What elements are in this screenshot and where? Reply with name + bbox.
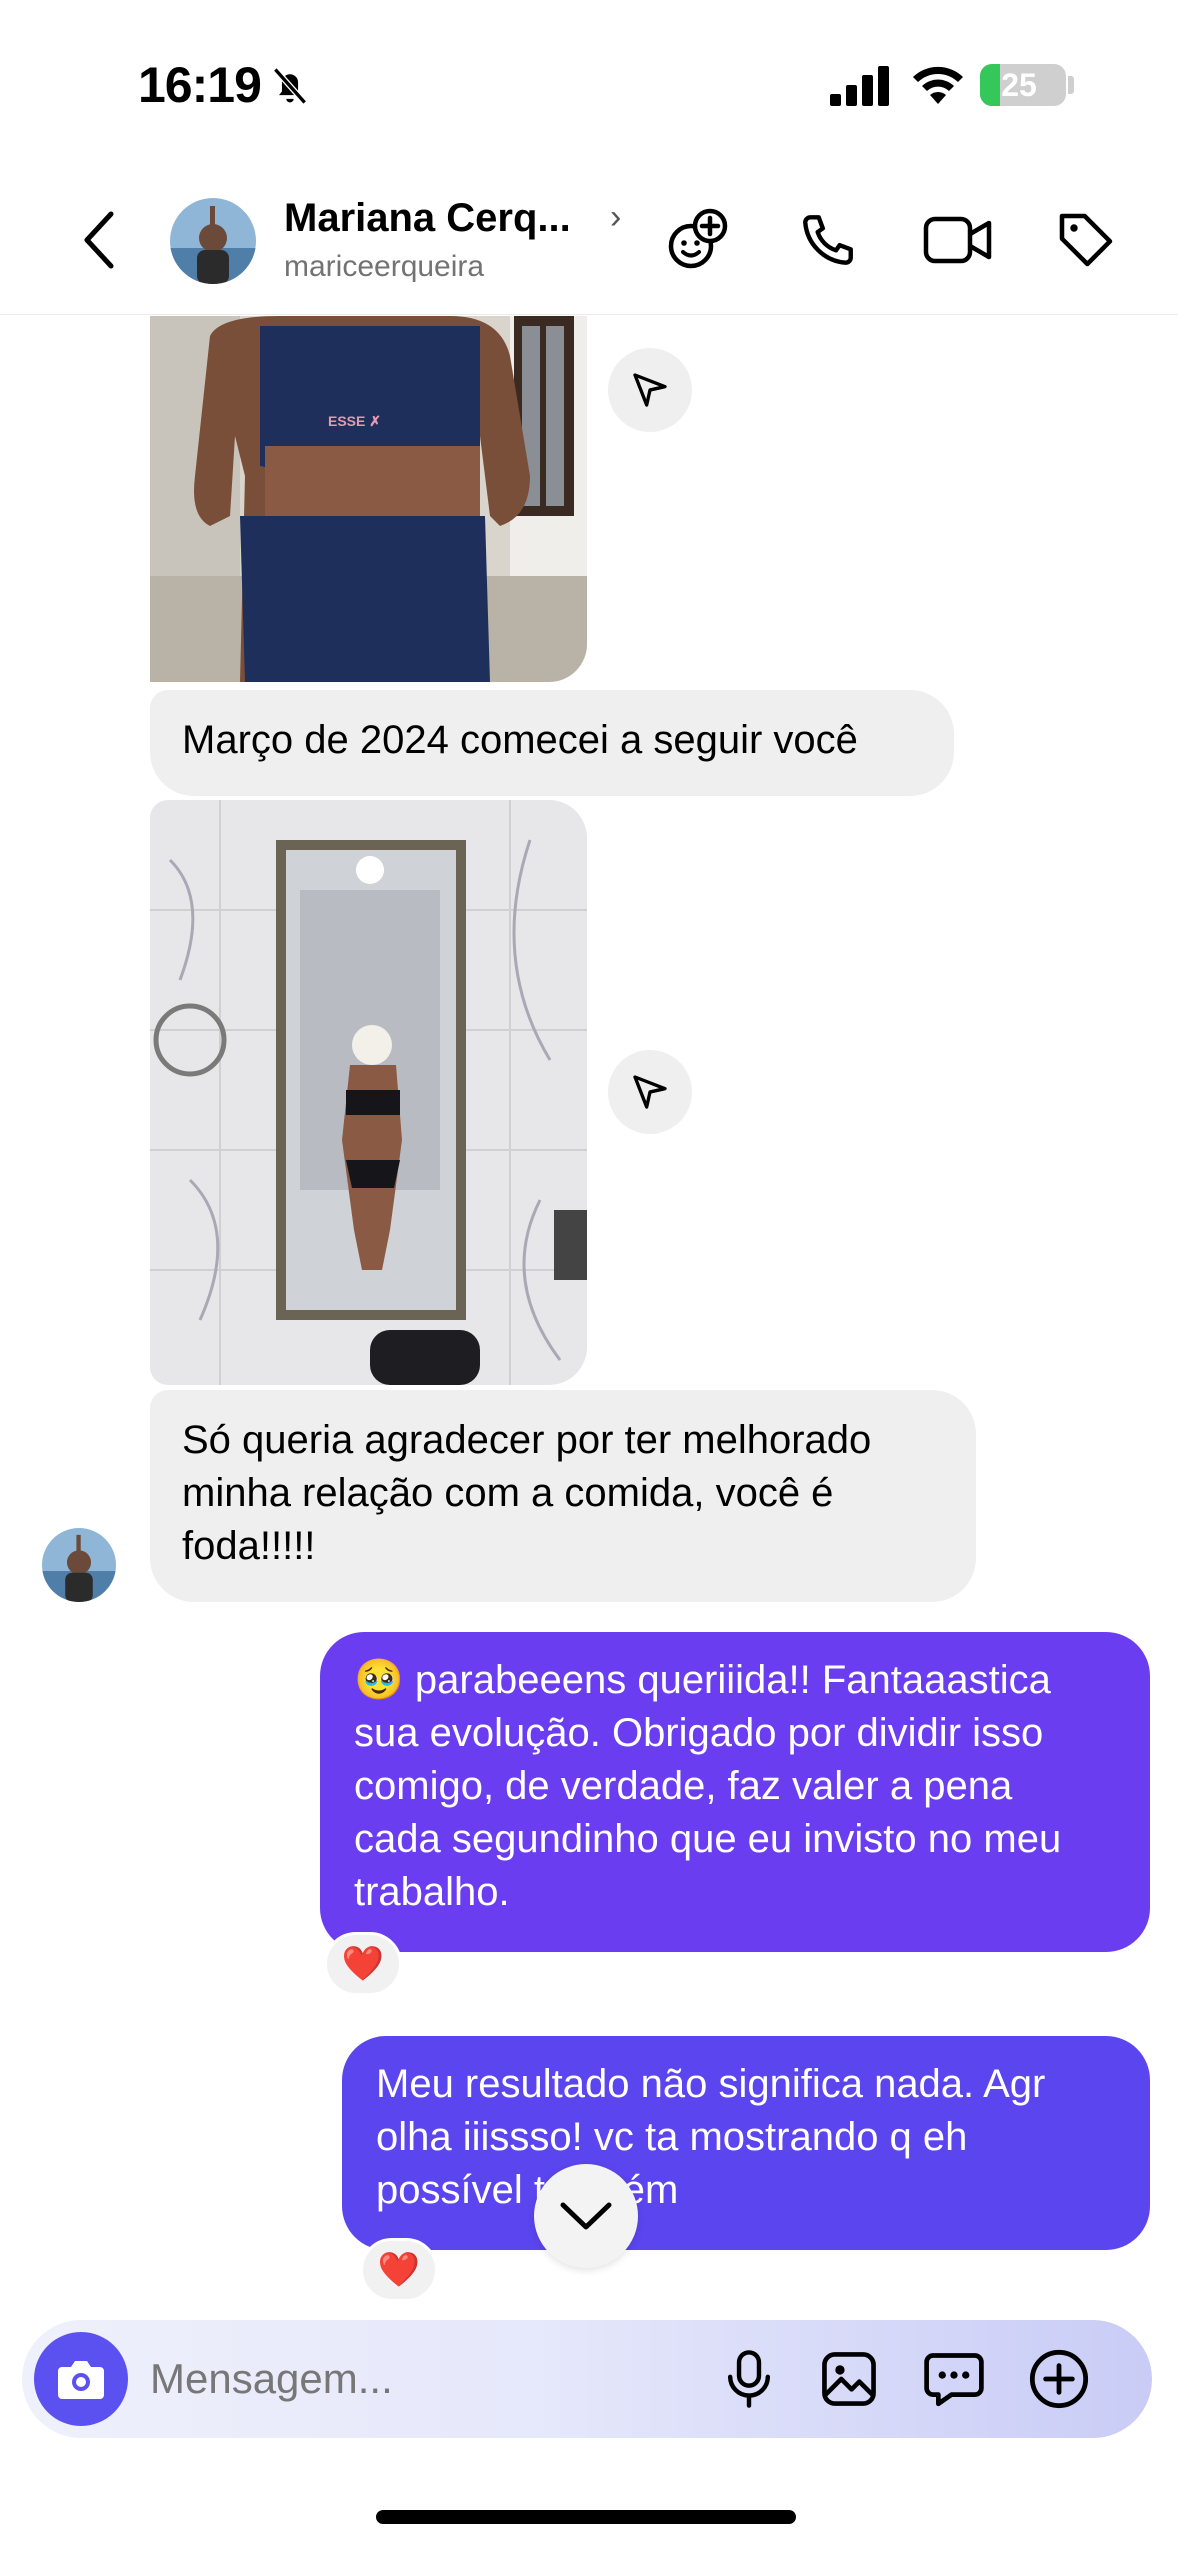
heart-reaction[interactable]: ❤️	[360, 2238, 438, 2302]
outgoing-message[interactable]: Meu resultado não significa nada. Agr ol…	[342, 2036, 1150, 2250]
message-text-line: trabalho.	[354, 1870, 510, 1914]
status-bar: 16:19 25	[0, 0, 1178, 170]
send-icon	[633, 373, 667, 407]
heart-reaction-emoji: ❤️	[377, 2251, 421, 2289]
message-text-line: cada segundinho que eu invisto no meu	[354, 1817, 1062, 1861]
message-text-line: comigo, de verdade, faz valer a pena	[354, 1764, 1013, 1808]
battery-percentage: 25	[1001, 67, 1037, 103]
bell-slash-icon	[273, 67, 307, 105]
scroll-to-bottom-button[interactable]	[534, 2164, 638, 2268]
message-text-line: Só queria agradecer por ter melhorado	[182, 1418, 872, 1462]
send-icon	[633, 1075, 667, 1109]
contact-name[interactable]: Mariana Cerq...	[284, 196, 571, 241]
voice-message-button[interactable]	[712, 2342, 786, 2416]
message-text: Março de 2024 comecei a seguir você	[182, 718, 858, 762]
cellular-signal-icon	[830, 66, 889, 106]
sticker-button[interactable]	[917, 2342, 991, 2416]
wifi-icon	[913, 66, 963, 104]
battery-nub	[1068, 76, 1074, 94]
voice-call-button[interactable]	[790, 202, 866, 278]
status-time: 16:19	[138, 57, 262, 113]
gallery-button[interactable]	[812, 2342, 886, 2416]
message-text-line: foda!!!!!	[182, 1524, 316, 1568]
heart-reaction-emoji: ❤️	[341, 1945, 385, 1983]
heart-reaction[interactable]: ❤️	[324, 1932, 402, 1996]
battery-charging-icon: 25	[980, 64, 1066, 106]
message-text-line: olha iiissso! vc ta mostrando q eh	[376, 2115, 968, 2159]
tag-icon	[1059, 213, 1113, 267]
camera-button[interactable]	[34, 2332, 128, 2426]
camera-icon	[58, 2361, 104, 2399]
message-text-line: sua evolução. Obrigado por dividir isso	[354, 1711, 1044, 1755]
home-indicator	[376, 2510, 796, 2524]
message-text-line: Meu resultado não significa nada. Agr	[376, 2062, 1046, 2106]
contact-username[interactable]: mariceerqueira	[284, 250, 484, 284]
shared-photo[interactable]	[150, 800, 587, 1385]
video-camera-icon	[923, 216, 992, 264]
incoming-message[interactable]: Março de 2024 comecei a seguir você	[150, 690, 954, 796]
label-button[interactable]	[1048, 202, 1124, 278]
sticker-chat-icon	[924, 2353, 984, 2407]
more-options-button[interactable]	[1022, 2342, 1096, 2416]
message-text-line: possível também	[376, 2168, 679, 2212]
message-input[interactable]	[150, 2350, 710, 2408]
sender-avatar[interactable]	[42, 1528, 116, 1602]
outgoing-message[interactable]: 🥹 parabeeens queriiida!! Fantaaastica su…	[320, 1632, 1150, 1952]
chat-header: Mariana Cerq... › mariceerqueira	[0, 170, 1178, 315]
message-text-line: minha relação com a comida, você é	[182, 1471, 834, 1515]
gallery-icon	[822, 2352, 876, 2406]
phone-icon	[803, 215, 853, 265]
chevron-right-icon[interactable]: ›	[610, 198, 621, 237]
chevron-down-icon	[560, 2202, 612, 2230]
microphone-icon	[727, 2350, 771, 2408]
incoming-message[interactable]: Só queria agradecer por ter melhorado mi…	[150, 1390, 976, 1602]
shared-photo[interactable]: ESSE ✗	[150, 316, 587, 682]
back-button[interactable]	[64, 200, 134, 280]
add-effect-button[interactable]	[660, 202, 736, 278]
back-arrow-icon	[84, 211, 114, 269]
message-composer	[22, 2320, 1152, 2438]
add-effect-icon	[668, 208, 728, 269]
plus-circle-icon	[1029, 2349, 1089, 2409]
message-text-line: 🥹 parabeeens queriiida!! Fantaaastica	[354, 1658, 1051, 1702]
svg-text:ESSE ✗: ESSE ✗	[328, 413, 381, 429]
video-call-button[interactable]	[920, 202, 996, 278]
contact-avatar[interactable]	[170, 198, 256, 284]
share-photo-button[interactable]	[608, 348, 692, 432]
share-photo-button[interactable]	[608, 1050, 692, 1134]
